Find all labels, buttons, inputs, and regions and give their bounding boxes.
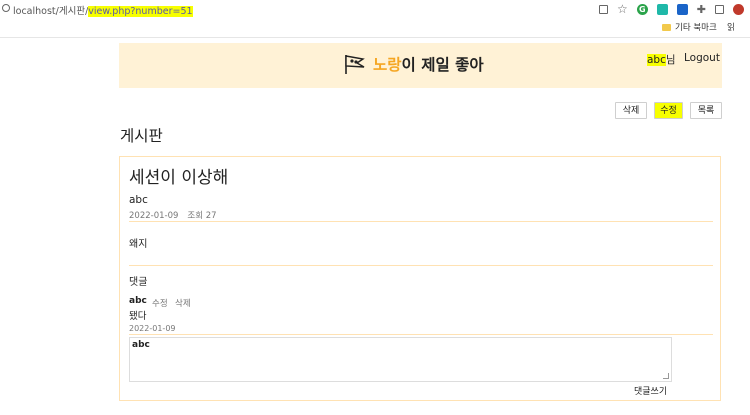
bookmark-bar: 기타 북마크 읽: [0, 18, 750, 38]
edit-button[interactable]: 수정: [654, 102, 683, 119]
reply-user: abc: [132, 340, 150, 350]
post-views: 조회 27: [187, 211, 217, 221]
comment-edit-link[interactable]: 수정: [152, 297, 168, 309]
reading-list-label: 읽: [727, 23, 735, 33]
list-button[interactable]: 목록: [690, 102, 722, 119]
post-author: abc: [129, 194, 148, 206]
site-header: 노랑이 제일 좋아 abc님 Logout: [119, 43, 722, 88]
resize-handle[interactable]: [663, 373, 669, 379]
grammarly-icon[interactable]: G: [636, 3, 648, 15]
bookmark-folder[interactable]: 기타 북마크: [662, 21, 717, 33]
comment-author: abc: [129, 296, 147, 306]
window-icon[interactable]: [715, 4, 724, 14]
logout-link[interactable]: Logout: [684, 52, 720, 64]
divider: [129, 221, 713, 222]
extension-icon[interactable]: [656, 3, 668, 15]
url-prefix: localhost/게시판/: [13, 6, 89, 17]
url-text[interactable]: localhost/게시판/view.php?number=51: [13, 3, 193, 17]
user-name: abc: [647, 54, 666, 66]
info-icon[interactable]: [2, 4, 10, 12]
flag-icon: [345, 55, 365, 74]
comment-delete-link[interactable]: 삭제: [175, 297, 191, 309]
profile-avatar[interactable]: [733, 3, 744, 15]
divider: [129, 265, 713, 266]
user-greeting: abc님: [647, 52, 676, 67]
share-icon[interactable]: [599, 4, 609, 14]
reading-list[interactable]: 읽: [727, 21, 735, 33]
comment-date: 2022-01-09: [129, 324, 176, 333]
divider: [129, 334, 713, 335]
comment-submit-button[interactable]: 댓글쓰기: [634, 384, 667, 397]
puzzle-icon[interactable]: ✚: [697, 4, 706, 15]
post-meta: 2022-01-09 조회 27: [129, 209, 217, 221]
folder-icon: [662, 23, 671, 31]
site-title[interactable]: 노랑이 제일 좋아: [343, 53, 484, 75]
toolbar-icons: ☆ G ✚: [599, 1, 744, 17]
page-title: 게시판: [120, 127, 163, 145]
address-bar[interactable]: localhost/게시판/view.php?number=51 ☆ G ✚: [0, 0, 750, 18]
title-accent: 노랑: [373, 56, 402, 74]
comment-textarea[interactable]: abc: [129, 337, 672, 382]
user-suffix: 님: [665, 54, 676, 66]
title-rest: 이 제일 좋아: [401, 56, 484, 74]
bookmark-folder-label: 기타 북마크: [675, 23, 717, 33]
comment-text: 됐다: [129, 311, 147, 322]
post-card: 세션이 이상해 abc 2022-01-09 조회 27 왜지 댓글 abc 수정…: [119, 156, 721, 401]
star-icon[interactable]: ☆: [617, 3, 628, 15]
comment-heading: 댓글: [129, 277, 148, 288]
delete-button[interactable]: 삭제: [615, 102, 647, 119]
url-highlight: view.php?number=51: [88, 6, 193, 17]
post-body: 왜지: [129, 239, 148, 250]
post-date: 2022-01-09: [129, 211, 179, 221]
post-title: 세션이 이상해: [129, 168, 229, 188]
extension-icon[interactable]: [676, 3, 688, 15]
